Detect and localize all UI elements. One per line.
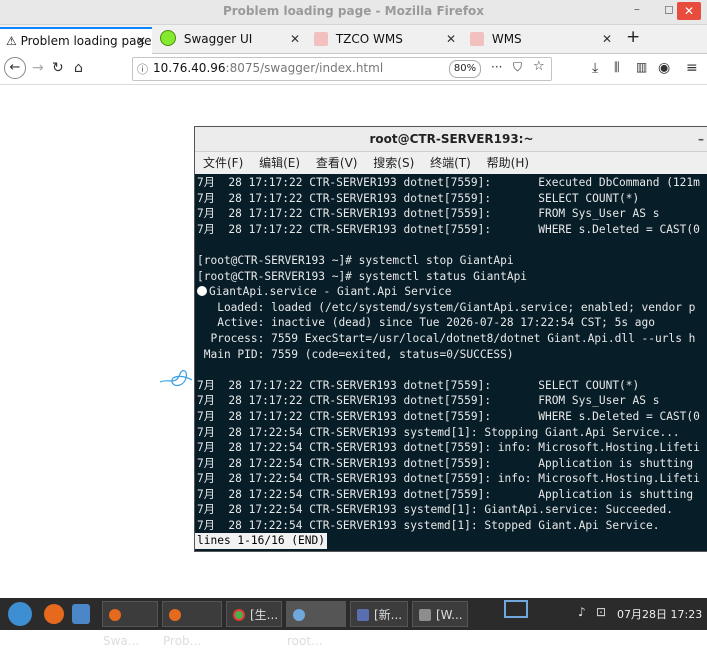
info-icon[interactable]: ⓘ [137, 61, 148, 77]
swagger-icon [160, 30, 176, 46]
tab-swagger-ui[interactable]: Swagger UI ✕ [154, 27, 306, 53]
folder-icon [419, 609, 431, 621]
download-icon[interactable]: ⤓ [592, 60, 598, 76]
terminal-titlebar: root@CTR-SERVER193:~ – [195, 127, 707, 152]
tab-close-icon[interactable]: ✕ [602, 27, 612, 51]
chrome-icon [233, 609, 245, 621]
taskbar-item-folder[interactable]: [W... [412, 601, 468, 627]
tab-strip: ⚠ Problem loading page ✕ Swagger UI ✕ TZ… [0, 25, 707, 54]
terminal-line: 7月 28 17:17:22 CTR-SERVER193 dotnet[7559… [197, 409, 700, 423]
home-icon[interactable]: ⌂ [74, 60, 83, 76]
taskbar-item-chrome[interactable]: [生... [226, 601, 282, 627]
start-menu-icon[interactable] [8, 602, 32, 626]
workspace-switcher-icon[interactable] [504, 600, 528, 618]
terminal-line: Process: 7559 ExecStart=/usr/local/dotne… [197, 331, 696, 345]
firefox-titlebar: Problem loading page - Mozilla Firefox –… [0, 0, 707, 25]
taskbar-item-swagger[interactable]: Swa... [102, 601, 158, 648]
minimize-button[interactable]: – [634, 2, 640, 16]
taskbar-item-editor[interactable]: [新... [350, 601, 408, 627]
url-bar[interactable]: ⓘ 10.76.40.96:8075/swagger/index.html 80… [132, 57, 552, 81]
menu-file[interactable]: 文件(F) [203, 156, 243, 170]
maximize-button[interactable]: ◻ [664, 2, 674, 16]
terminal-title: root@CTR-SERVER193:~ [369, 132, 534, 146]
page-actions-icon[interactable]: ··· [491, 60, 502, 74]
tab-wms[interactable]: WMS ✕ [464, 27, 618, 53]
menu-hamburger-icon[interactable]: ≡ [686, 60, 698, 76]
menu-edit[interactable]: 编辑(E) [259, 156, 300, 170]
menu-view[interactable]: 查看(V) [316, 156, 358, 170]
terminal-line: Loaded: loaded (/etc/systemd/system/Gian… [197, 300, 696, 314]
terminal-line: [root@CTR-SERVER193 ~]# systemctl status… [197, 269, 528, 283]
menu-terminal[interactable]: 终端(T) [430, 156, 471, 170]
navigation-bar: ← → ↻ ⌂ ⓘ 10.76.40.96:8075/swagger/index… [0, 54, 707, 85]
page-icon [314, 32, 328, 46]
forward-arrow-icon[interactable]: → [32, 60, 44, 76]
menu-search[interactable]: 搜索(S) [373, 156, 414, 170]
tab-label: TZCO WMS [335, 32, 403, 46]
zoom-indicator[interactable]: 80% [449, 60, 481, 78]
terminal-line: Main PID: 7559 (code=exited, status=0/SU… [197, 347, 514, 361]
terminal-line: 7月 28 17:22:54 CTR-SERVER193 systemd[1]:… [197, 519, 660, 533]
tab-label: Problem loading page [20, 34, 152, 48]
taskbar-item-problem[interactable]: Prob... [162, 601, 222, 648]
tab-problem-loading[interactable]: ⚠ Problem loading page ✕ [0, 27, 152, 54]
taskbar: Swa... Prob... [生... root... [新... [W...… [0, 598, 707, 648]
network-icon[interactable]: ⊡ [596, 605, 606, 619]
new-tab-button[interactable]: + [626, 27, 640, 47]
pager-status-line: lines 1-16/16 (END) [195, 533, 327, 549]
terminal-window[interactable]: root@CTR-SERVER193:~ – 文件(F) 编辑(E) 查看(V)… [194, 126, 707, 552]
terminal-lines: 7月 28 17:17:22 CTR-SERVER193 dotnet[7559… [197, 175, 700, 534]
terminal-line: 7月 28 17:22:54 CTR-SERVER193 dotnet[7559… [197, 456, 694, 470]
terminal-line: [root@CTR-SERVER193 ~]# systemctl stop G… [197, 253, 514, 267]
terminal-icon [293, 609, 305, 621]
terminal-line: Active: inactive (dead) since Tue 2026-0… [197, 316, 656, 330]
tab-close-icon[interactable]: ✕ [290, 27, 300, 51]
pocket-icon[interactable]: ⛉ [513, 60, 522, 75]
tab-close-icon[interactable]: ✕ [446, 27, 456, 51]
terminal-line: 7月 28 17:17:22 CTR-SERVER193 dotnet[7559… [197, 191, 640, 205]
terminal-output[interactable]: 7月 28 17:17:22 CTR-SERVER193 dotnet[7559… [195, 174, 707, 551]
terminal-line: 7月 28 17:22:54 CTR-SERVER193 dotnet[7559… [197, 487, 694, 501]
sidebar-icon[interactable]: ▥ [636, 60, 647, 74]
terminal-line: 7月 28 17:17:22 CTR-SERVER193 dotnet[7559… [197, 207, 660, 221]
url-text[interactable]: 10.76.40.96:8075/swagger/index.html [153, 61, 383, 75]
terminal-line: 7月 28 17:22:54 CTR-SERVER193 systemd[1]:… [197, 425, 680, 439]
volume-icon[interactable]: ♪ [578, 605, 586, 619]
taskbar-item-terminal[interactable]: root... [286, 601, 346, 648]
tab-label: WMS [491, 32, 522, 46]
page-icon [470, 32, 484, 46]
tab-label: Swagger UI [183, 32, 253, 46]
terminal-menubar: 文件(F) 编辑(E) 查看(V) 搜索(S) 终端(T) 帮助(H) [195, 152, 707, 174]
terminal-line: GiantApi.service - Giant.Api Service [197, 284, 700, 300]
firefox-icon [109, 609, 121, 621]
reload-icon[interactable]: ↻ [52, 60, 64, 76]
editor-icon [357, 609, 369, 621]
files-launcher-icon[interactable] [72, 604, 90, 624]
page-scribble [159, 369, 193, 387]
warning-icon: ⚠ [6, 34, 17, 48]
window-title: Problem loading page - Mozilla Firefox [222, 4, 485, 18]
tab-tzco-wms[interactable]: TZCO WMS ✕ [308, 27, 462, 53]
firefox-launcher-icon[interactable] [44, 604, 64, 624]
terminal-line: 7月 28 17:22:54 CTR-SERVER193 systemd[1]:… [197, 503, 673, 517]
terminal-line: 7月 28 17:22:54 CTR-SERVER193 dotnet[7559… [197, 472, 700, 486]
taskbar-clock[interactable]: 07月28日 17:23 [617, 606, 702, 622]
terminal-line: 7月 28 17:17:22 CTR-SERVER193 dotnet[7559… [197, 222, 700, 236]
account-icon[interactable]: ◉ [658, 60, 670, 76]
tab-close-icon[interactable]: ✕ [136, 29, 146, 53]
menu-help[interactable]: 帮助(H) [487, 156, 529, 170]
library-icon[interactable]: ⫼ [614, 60, 620, 75]
back-arrow-icon[interactable]: ← [4, 57, 26, 79]
terminal-line: 7月 28 17:17:22 CTR-SERVER193 dotnet[7559… [197, 394, 660, 408]
terminal-line: 7月 28 17:17:22 CTR-SERVER193 dotnet[7559… [197, 176, 700, 189]
terminal-line: 7月 28 17:17:22 CTR-SERVER193 dotnet[7559… [197, 378, 640, 392]
terminal-minimize-button[interactable]: – [698, 127, 704, 151]
firefox-icon [169, 609, 181, 621]
close-window-button[interactable]: ✕ [677, 2, 701, 20]
bookmark-star-icon[interactable]: ☆ [533, 59, 545, 74]
terminal-line: 7月 28 17:22:54 CTR-SERVER193 dotnet[7559… [197, 441, 700, 455]
service-status-dot-icon [197, 286, 207, 297]
